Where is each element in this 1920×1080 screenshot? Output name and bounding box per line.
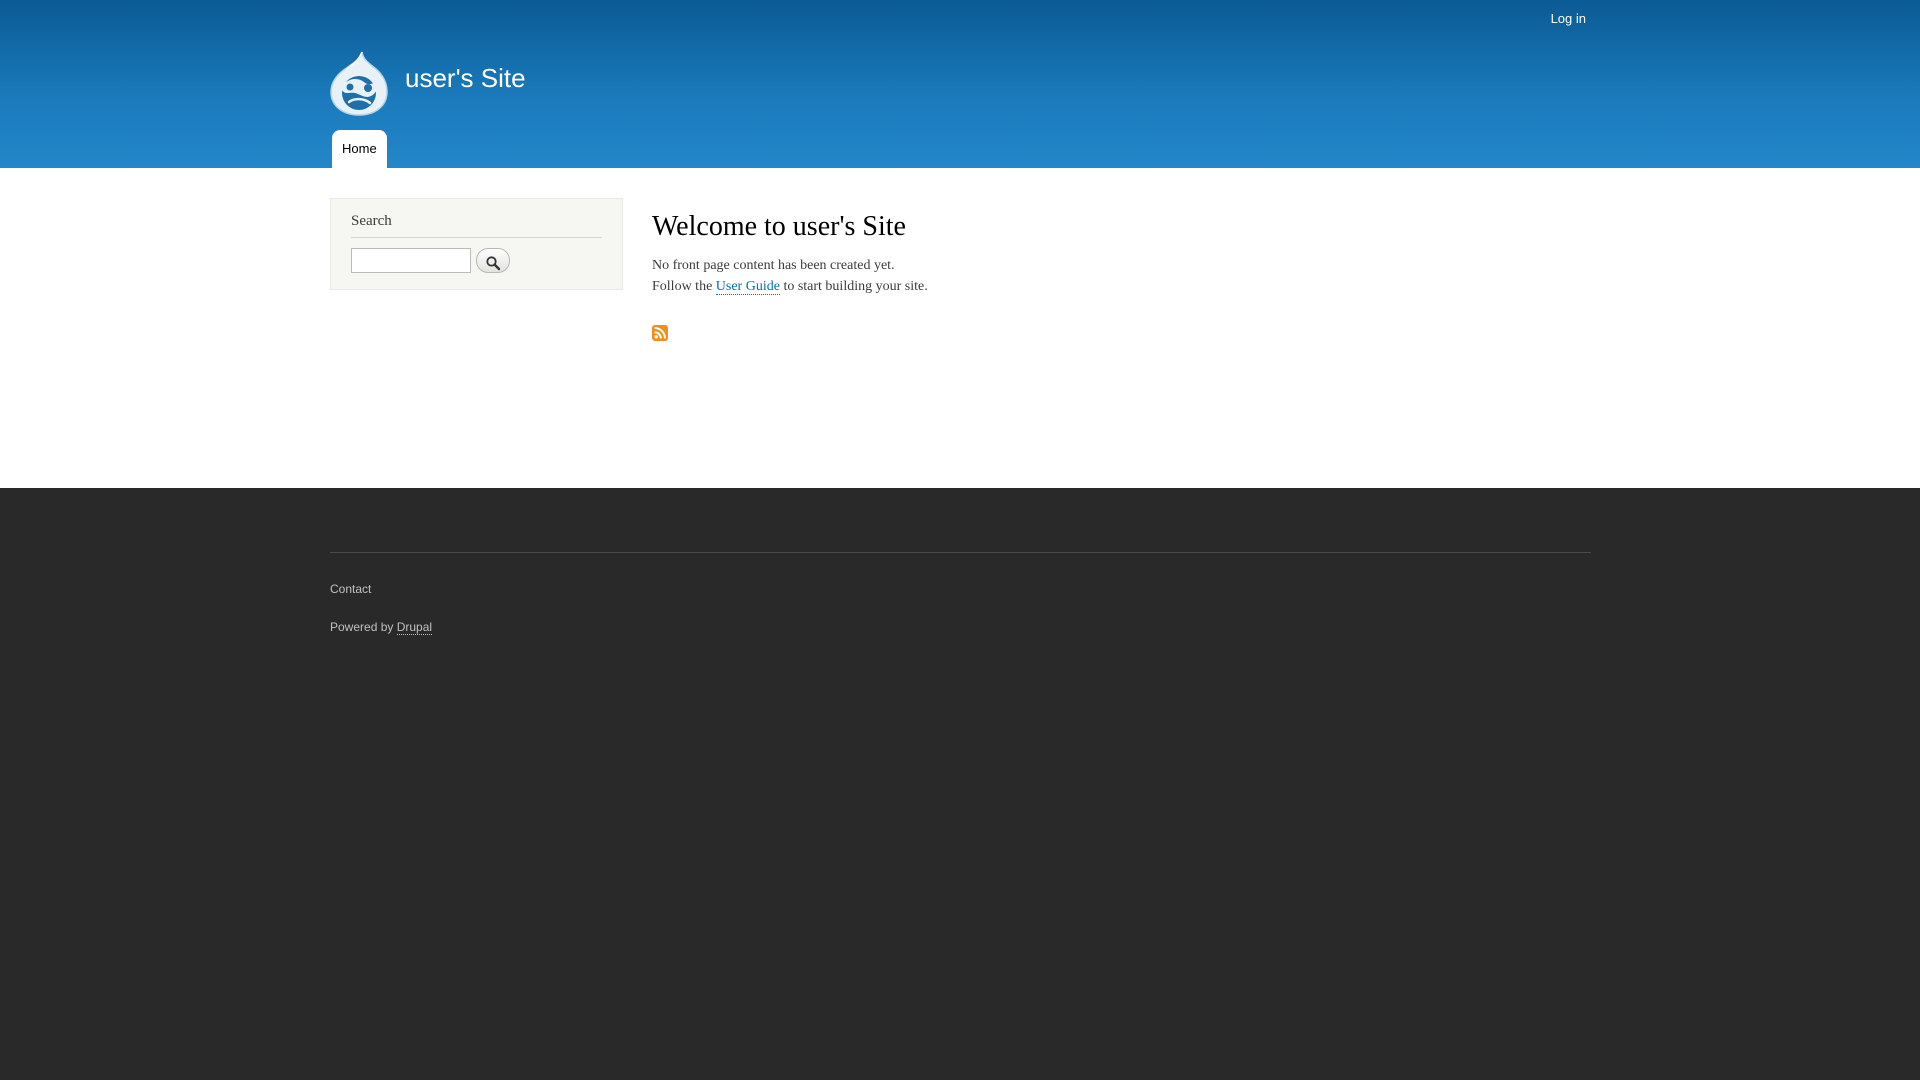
powered-by-prefix: Powered by — [330, 620, 397, 634]
user-guide-prefix: Follow the — [652, 279, 716, 294]
search-block-divider — [351, 237, 602, 238]
login-link[interactable]: Log in — [1551, 11, 1586, 26]
user-guide-message: Follow the User Guide to start building … — [652, 276, 928, 297]
powered-by: Powered by Drupal — [330, 620, 433, 635]
drupal-drop-icon[interactable] — [330, 50, 388, 116]
page-title: Welcome to user's Site — [652, 211, 906, 242]
main-content: Welcome to user's Site No front page con… — [652, 211, 928, 297]
tab-home[interactable]: Home — [332, 130, 387, 168]
no-content-message: No front page content has been created y… — [652, 258, 895, 273]
search-block: Search — [330, 198, 623, 290]
search-block-title: Search — [351, 213, 392, 229]
contact-link[interactable]: Contact — [330, 582, 371, 596]
main-region: Search Welcome to user's Site No front p… — [0, 168, 1920, 488]
search-input[interactable] — [351, 248, 471, 273]
site-footer: Contact Powered by Drupal — [0, 488, 1920, 1080]
site-header: Log in user's Site Home — [0, 0, 1920, 168]
rss-feed-icon[interactable] — [652, 325, 668, 341]
user-guide-suffix: to start building your site. — [779, 279, 928, 294]
drupal-link[interactable]: Drupal — [396, 620, 433, 635]
search-button[interactable] — [476, 248, 510, 273]
magnifier-icon — [486, 255, 501, 270]
site-name[interactable]: user's Site — [405, 63, 526, 94]
footer-divider — [330, 552, 1591, 553]
user-guide-link[interactable]: User Guide — [715, 279, 780, 295]
